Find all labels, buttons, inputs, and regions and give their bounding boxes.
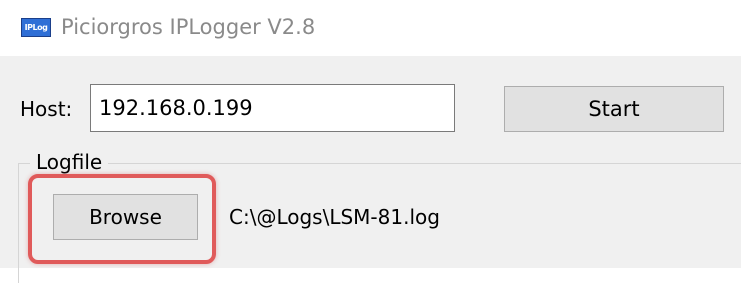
logfile-path: C:\@Logs\LSM-81.log	[229, 205, 440, 229]
start-button[interactable]: Start	[504, 86, 724, 132]
browse-button[interactable]: Browse	[53, 194, 198, 240]
logfile-group-label: Logfile	[30, 150, 109, 174]
main-window-client: Host: Start Logfile Browse C:\@Logs\LSM-…	[0, 56, 741, 283]
host-input[interactable]	[90, 84, 455, 132]
host-label: Host:	[20, 97, 73, 121]
app-icon: IPLog	[21, 18, 51, 37]
window-title: Piciorgros IPLogger V2.8	[61, 15, 316, 39]
title-bar: IPLog Piciorgros IPLogger V2.8	[0, 0, 741, 56]
